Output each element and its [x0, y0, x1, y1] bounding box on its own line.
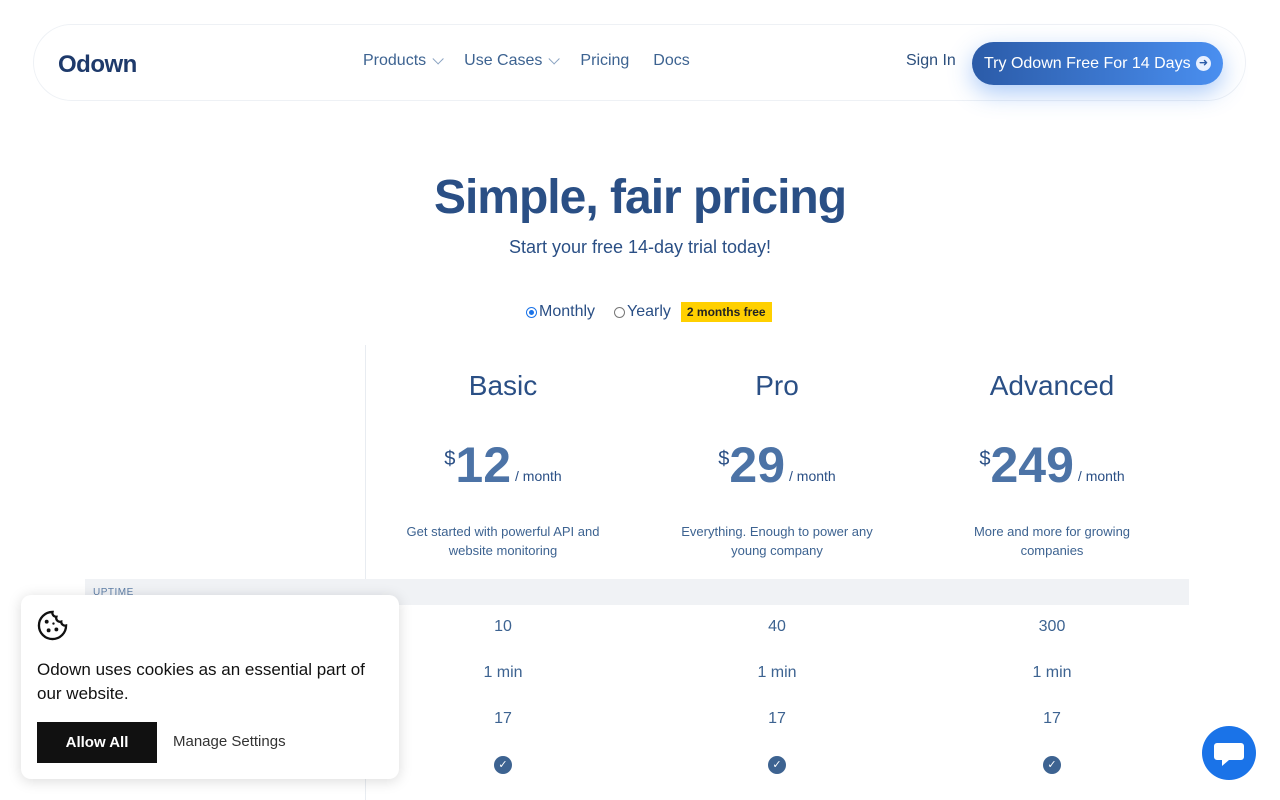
free-trial-label: Try Odown Free For 14 Days: [984, 54, 1191, 72]
cookie-icon: [37, 610, 68, 641]
nav-use-cases[interactable]: Use Cases: [464, 52, 561, 70]
nav-pricing[interactable]: Pricing: [580, 52, 629, 70]
table-cell: 1 min: [757, 664, 797, 681]
check-icon: ✓: [768, 756, 786, 774]
monthly-radio[interactable]: [526, 306, 537, 318]
price-amount: 29: [729, 437, 786, 493]
plan-advanced: Advanced $ 249 / month More and more for…: [915, 370, 1189, 560]
plan-price: $ 29 / month: [640, 440, 914, 490]
monthly-option[interactable]: Monthly: [526, 303, 595, 321]
plan-price: $ 249 / month: [915, 440, 1189, 490]
table-cell: 17: [768, 710, 786, 727]
chat-launcher-button[interactable]: [1202, 726, 1256, 780]
price-period: / month: [789, 468, 836, 484]
price-amount: 12: [455, 437, 512, 493]
plan-name: Basic: [468, 370, 538, 401]
table-cell: 1 min: [483, 664, 523, 681]
page-title: Simple, fair pricing: [433, 171, 847, 224]
nav-products-label: Products: [363, 52, 427, 69]
yearly-label: Yearly: [627, 303, 671, 320]
cookie-message: Odown uses cookies as an essential part …: [37, 660, 365, 703]
plan-pro: Pro $ 29 / month Everything. Enough to p…: [640, 370, 914, 560]
chat-icon: [1214, 743, 1244, 766]
nav-links: Products Use Cases Pricing Docs: [363, 52, 714, 70]
currency-symbol: $: [444, 448, 456, 470]
cookie-banner: Odown uses cookies as an essential part …: [21, 595, 399, 779]
arrow-right-icon: ➜: [1196, 56, 1211, 71]
plan-price: $ 12 / month: [366, 440, 640, 490]
plan-description: More and more for growing companies: [973, 524, 1131, 558]
table-cell: 17: [1043, 710, 1061, 727]
billing-toggle: Monthly Yearly 2 months free: [526, 302, 772, 322]
chevron-down-icon: [548, 53, 561, 65]
yearly-radio[interactable]: [614, 306, 626, 318]
check-icon: ✓: [1043, 756, 1061, 774]
plan-name: Advanced: [989, 370, 1115, 401]
plan-description: Everything. Enough to power any young co…: [681, 524, 873, 558]
plan-description: Get started with powerful API and websit…: [406, 524, 600, 558]
nav-use-cases-label: Use Cases: [464, 52, 543, 69]
table-cell: 10: [494, 618, 512, 635]
table-cell: 1 min: [1032, 664, 1072, 681]
nav-pricing-label: Pricing: [580, 52, 630, 69]
table-cell: 17: [494, 710, 512, 727]
manage-settings-link[interactable]: Manage Settings: [173, 733, 286, 750]
price-period: / month: [1077, 468, 1125, 484]
free-trial-button[interactable]: Try Odown Free For 14 Days ➜: [972, 42, 1223, 85]
sign-in-link[interactable]: Sign In: [906, 52, 956, 70]
top-navbar: Odown Products Use Cases Pricing Docs Si…: [33, 24, 1246, 101]
price-period: / month: [515, 468, 562, 484]
check-icon: ✓: [494, 756, 512, 774]
currency-symbol: $: [718, 448, 730, 470]
odown-logo[interactable]: Odown: [58, 51, 137, 79]
plan-name: Pro: [755, 370, 799, 401]
allow-all-button[interactable]: Allow All: [37, 722, 157, 763]
table-cell: 40: [768, 618, 786, 635]
nav-products[interactable]: Products: [363, 52, 444, 70]
nav-docs[interactable]: Docs: [653, 52, 689, 70]
nav-docs-label: Docs: [653, 52, 690, 69]
discount-badge: 2 months free: [680, 302, 772, 322]
price-amount: 249: [990, 437, 1074, 493]
monthly-label: Monthly: [539, 303, 596, 320]
currency-symbol: $: [979, 448, 991, 470]
plan-basic: Basic $ 12 / month Get started with powe…: [366, 370, 640, 560]
table-cell: 300: [1038, 618, 1066, 635]
yearly-option[interactable]: Yearly: [614, 303, 671, 321]
page-subtitle: Start your free 14-day trial today!: [508, 237, 772, 257]
chevron-down-icon: [432, 53, 444, 65]
